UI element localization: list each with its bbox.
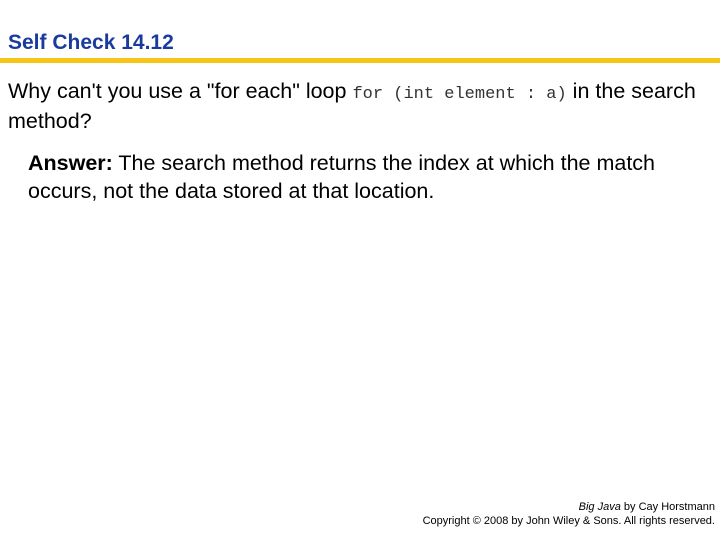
book-title: Big Java	[578, 501, 621, 513]
answer: Answer: The search method returns the in…	[28, 149, 698, 205]
title-divider	[0, 58, 720, 63]
answer-text: The search method returns the index at w…	[28, 151, 655, 203]
footer-credit: Big Java by Cay Horstmann	[423, 500, 715, 514]
copyright-notice: Copyright © 2008 by John Wiley & Sons. A…	[422, 515, 715, 527]
question-code: for (int element : a)	[352, 85, 567, 104]
question: Why can't you use a "for each" loop for …	[8, 78, 714, 135]
answer-label: Answer:	[28, 151, 113, 175]
footer: Big Java by Cay Horstmann Copyright © 20…	[423, 500, 715, 528]
question-text-before: Why can't you use a "for each" loop	[8, 79, 353, 103]
author-line: by Cay Horstmann	[620, 501, 715, 513]
slide-title: Self Check 14.12	[8, 31, 174, 54]
